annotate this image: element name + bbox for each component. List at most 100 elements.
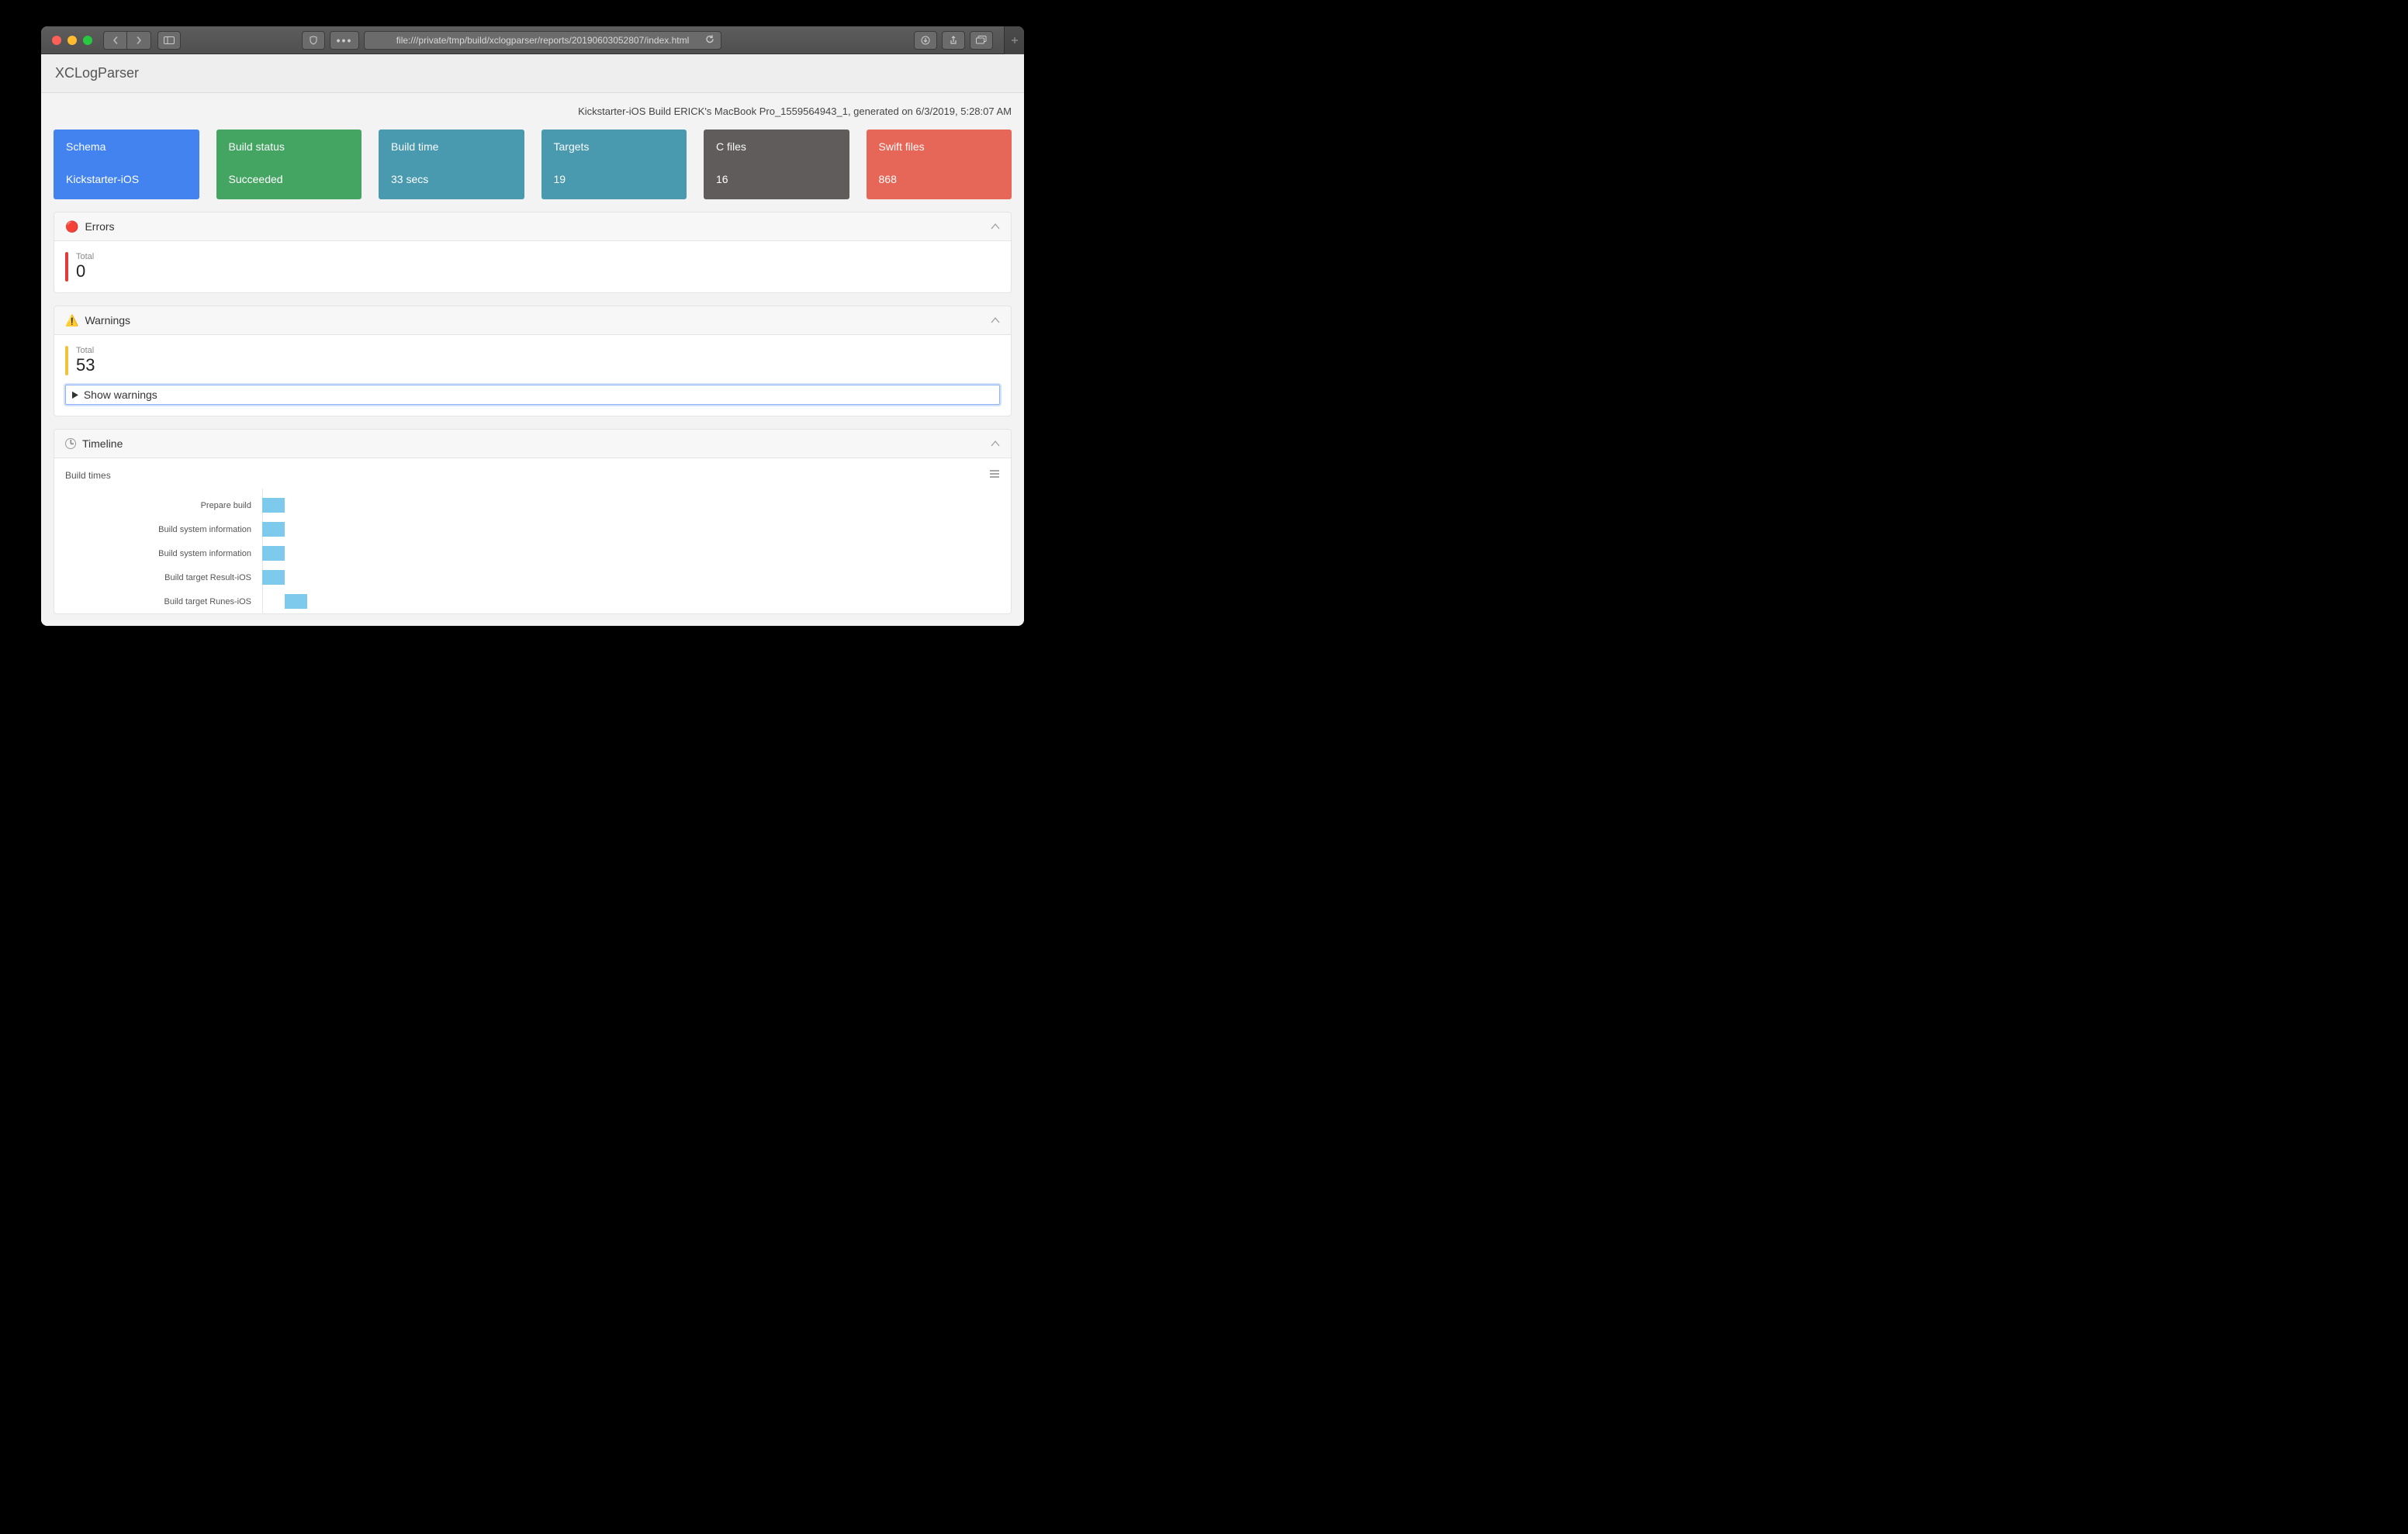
- errors-title: Errors: [85, 220, 114, 233]
- chart-row: Build target Result-iOS: [65, 565, 1000, 589]
- chart-row-label: Build system information: [65, 525, 259, 534]
- tile-value: 33 secs: [391, 173, 512, 185]
- show-warnings-disclosure[interactable]: Show warnings: [65, 385, 1000, 405]
- fullscreen-window-button[interactable]: [83, 36, 92, 45]
- chart-row: Build system information: [65, 517, 1000, 541]
- tile-targets: Targets 19: [541, 130, 687, 199]
- timeline-card-header[interactable]: Timeline: [54, 430, 1011, 458]
- chevron-up-outline-icon: [991, 440, 1000, 447]
- clock-icon: [65, 438, 76, 449]
- tile-value: Succeeded: [229, 173, 350, 185]
- share-button[interactable]: [942, 31, 965, 50]
- warnings-card: ⚠️ Warnings Total 53: [54, 306, 1012, 416]
- tile-build-status: Build status Succeeded: [216, 130, 362, 199]
- build-times-chart: Prepare build Build system information Bui…: [65, 493, 1000, 613]
- chart-bar[interactable]: [285, 594, 307, 609]
- tile-build-time: Build time 33 secs: [379, 130, 524, 199]
- chart-row-label: Build system information: [65, 549, 259, 558]
- chevron-up-outline-icon: [991, 316, 1000, 324]
- app-title: XCLogParser: [55, 65, 139, 81]
- tile-value: 16: [716, 173, 837, 185]
- tabs-icon: [976, 36, 987, 44]
- chart-row-track: [259, 565, 1000, 589]
- chart-bar[interactable]: [262, 522, 285, 537]
- chart-row: Build target Runes-iOS: [65, 589, 1000, 613]
- errors-accent-bar: [65, 252, 68, 282]
- download-icon: [921, 36, 930, 45]
- ellipsis-icon: •••: [337, 34, 353, 47]
- timeline-title: Timeline: [82, 437, 123, 450]
- chart-row: Prepare build: [65, 493, 1000, 517]
- tile-label: Targets: [554, 140, 675, 153]
- page-content: XCLogParser Kickstarter-iOS Build ERICK'…: [41, 54, 1024, 626]
- chevron-up-outline-icon: [991, 223, 1000, 230]
- chart-row: Build system information: [65, 541, 1000, 565]
- show-warnings-label[interactable]: Show warnings: [66, 385, 999, 404]
- shield-icon: [309, 36, 318, 45]
- tile-label: Build status: [229, 140, 350, 153]
- share-icon: [949, 36, 958, 45]
- warnings-accent-bar: [65, 346, 68, 375]
- tile-label: Build time: [391, 140, 512, 153]
- tabs-button[interactable]: [970, 31, 993, 50]
- warnings-card-header[interactable]: ⚠️ Warnings: [54, 306, 1011, 335]
- reader-button[interactable]: [302, 31, 325, 50]
- chart-row-label: Build target Runes-iOS: [65, 597, 259, 606]
- site-settings-button[interactable]: •••: [330, 31, 359, 50]
- chart-bar[interactable]: [262, 570, 285, 585]
- chevron-right-icon: [135, 36, 143, 44]
- forward-button[interactable]: [127, 32, 150, 49]
- address-bar[interactable]: file:///private/tmp/build/xclogparser/re…: [364, 31, 721, 50]
- new-tab-button[interactable]: [1004, 26, 1024, 54]
- reload-button[interactable]: [705, 34, 714, 46]
- chevron-left-icon: [112, 36, 119, 44]
- minimize-window-button[interactable]: [67, 36, 77, 45]
- errors-card-header[interactable]: 🔴 Errors: [54, 212, 1011, 241]
- tile-schema: Schema Kickstarter-iOS: [54, 130, 199, 199]
- close-window-button[interactable]: [52, 36, 61, 45]
- sidebar-toggle-button[interactable]: [157, 31, 181, 50]
- chart-row-label: Prepare build: [65, 501, 259, 510]
- timeline-card: Timeline Build times: [54, 429, 1012, 614]
- tile-swift-files: Swift files 868: [867, 130, 1012, 199]
- chart-row-label: Build target Result-iOS: [65, 573, 259, 582]
- tile-label: Swift files: [879, 140, 1000, 153]
- chart-row-track: [259, 589, 1000, 613]
- address-bar-text: file:///private/tmp/build/xclogparser/re…: [396, 35, 690, 46]
- tile-value: 868: [879, 173, 1000, 185]
- app-title-bar: XCLogParser: [41, 54, 1024, 93]
- chart-row-track: [259, 517, 1000, 541]
- window-controls: [47, 36, 97, 45]
- tile-label: Schema: [66, 140, 187, 153]
- sidebar-icon: [164, 36, 175, 44]
- chart-row-track: [259, 493, 1000, 517]
- hamburger-icon: [989, 469, 1000, 479]
- browser-toolbar: ••• file:///private/tmp/build/xclogparse…: [41, 26, 1024, 54]
- tile-label: C files: [716, 140, 837, 153]
- summary-tiles: Schema Kickstarter-iOS Build status Succ…: [41, 117, 1024, 212]
- tile-c-files: C files 16: [704, 130, 849, 199]
- chart-row-track: [259, 541, 1000, 565]
- errors-total-value: 0: [76, 261, 94, 282]
- warnings-title: Warnings: [85, 314, 130, 326]
- chart-menu-button[interactable]: [989, 469, 1000, 481]
- collapse-toggle[interactable]: [991, 438, 1000, 450]
- back-button[interactable]: [104, 32, 127, 49]
- chart-title: Build times: [65, 470, 111, 481]
- plus-icon: [1011, 36, 1019, 44]
- chart-bar[interactable]: [262, 498, 285, 513]
- safari-window: ••• file:///private/tmp/build/xclogparse…: [41, 26, 1024, 626]
- collapse-toggle[interactable]: [991, 221, 1000, 233]
- tile-value: 19: [554, 173, 675, 185]
- downloads-button[interactable]: [914, 31, 937, 50]
- reload-icon: [705, 34, 714, 43]
- warnings-total-value: 53: [76, 355, 95, 375]
- collapse-toggle[interactable]: [991, 315, 1000, 326]
- chart-bar[interactable]: [262, 546, 285, 561]
- error-icon: 🔴: [65, 221, 78, 232]
- generated-line: Kickstarter-iOS Build ERICK's MacBook Pr…: [41, 93, 1024, 117]
- nav-back-forward: [103, 31, 151, 50]
- warnings-total-label: Total: [76, 346, 95, 355]
- errors-total-label: Total: [76, 252, 94, 261]
- errors-card: 🔴 Errors Total 0: [54, 212, 1012, 293]
